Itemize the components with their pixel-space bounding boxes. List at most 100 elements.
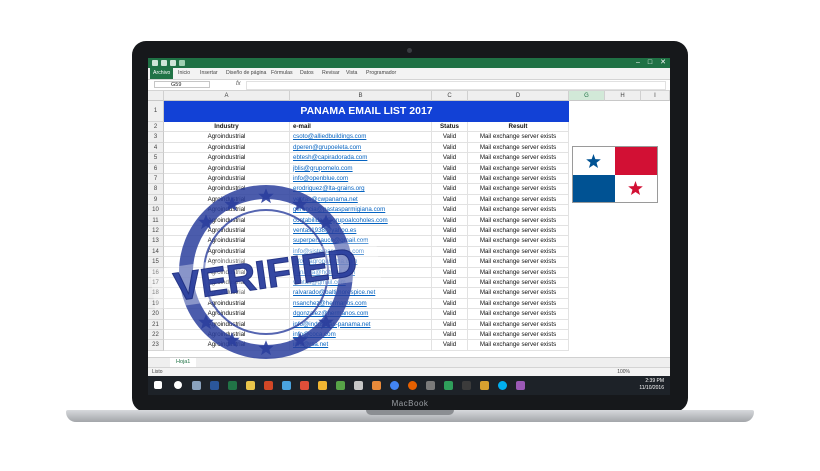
result-cell[interactable]: Mail exchange server exists [468,205,569,216]
result-cell[interactable]: Mail exchange server exists [468,142,569,154]
column-header-b[interactable]: B [290,91,432,101]
header-result[interactable]: Result [468,122,569,133]
column-header-a[interactable]: A [164,91,290,101]
column-header-g[interactable]: G [569,91,605,101]
select-all-corner[interactable] [148,91,164,101]
email-cell[interactable]: csoto@alliedbuildings.com [290,132,432,143]
tab-data[interactable]: Datos [300,68,314,79]
redo-icon[interactable] [170,60,176,66]
status-cell[interactable]: Valid [432,309,468,320]
app-icon-7[interactable] [444,381,453,390]
word-icon[interactable] [210,381,219,390]
row-header[interactable]: 4 [148,142,164,154]
status-cell[interactable]: Valid [432,194,468,206]
status-cell[interactable]: Valid [432,236,468,247]
undo-icon[interactable] [161,60,167,66]
powerpoint-icon[interactable] [264,381,273,390]
calculator-icon[interactable] [426,381,435,390]
row-header-2[interactable]: 2 [148,122,164,133]
result-cell[interactable]: Mail exchange server exists [468,153,569,164]
status-cell[interactable]: Valid [432,298,468,310]
name-box[interactable]: G59 [154,81,210,88]
firefox-icon[interactable] [408,381,417,390]
result-cell[interactable]: Mail exchange server exists [468,340,569,351]
app-icon-8[interactable] [462,381,471,390]
result-cell[interactable]: Mail exchange server exists [468,288,569,299]
header-status[interactable]: Status [432,122,468,133]
tab-insert[interactable]: Insertar [200,68,218,79]
email-cell[interactable]: jblis@grupomelo.com [290,163,432,174]
tab-file[interactable]: Archivo [150,68,174,79]
tab-home[interactable]: Inicio [178,68,190,79]
industry-cell[interactable]: Agroindustrial [164,163,290,174]
column-header-h[interactable]: H [605,91,641,101]
status-cell[interactable]: Valid [432,153,468,164]
app-icon-5[interactable] [354,381,363,390]
result-cell[interactable]: Mail exchange server exists [468,278,569,289]
status-cell[interactable]: Valid [432,142,468,154]
task-view-icon[interactable] [192,381,201,390]
status-cell[interactable]: Valid [432,226,468,237]
column-header-i[interactable]: I [641,91,670,101]
result-cell[interactable]: Mail exchange server exists [468,319,569,330]
status-cell[interactable]: Valid [432,278,468,289]
status-cell[interactable]: Valid [432,257,468,268]
app-icon-3[interactable] [318,381,327,390]
email-cell[interactable]: ebtesh@capiradorada.com [290,153,432,164]
result-cell[interactable]: Mail exchange server exists [468,174,569,185]
status-cell[interactable]: Valid [432,340,468,351]
result-cell[interactable]: Mail exchange server exists [468,298,569,310]
row-header-1[interactable]: 1 [148,101,164,122]
skype-icon[interactable] [498,381,507,390]
result-cell[interactable]: Mail exchange server exists [468,236,569,247]
row-header[interactable]: 3 [148,132,164,143]
status-cell[interactable]: Valid [432,246,468,258]
column-header-c[interactable]: C [432,91,468,101]
app-icon-2[interactable] [300,381,309,390]
industry-cell[interactable]: Agroindustrial [164,153,290,164]
explorer-icon[interactable] [246,381,255,390]
result-cell[interactable]: Mail exchange server exists [468,163,569,174]
app-icon-10[interactable] [516,381,525,390]
result-cell[interactable]: Mail exchange server exists [468,246,569,258]
result-cell[interactable]: Mail exchange server exists [468,309,569,320]
tab-review[interactable]: Revisar [322,68,340,79]
status-cell[interactable]: Valid [432,174,468,185]
result-cell[interactable]: Mail exchange server exists [468,132,569,143]
status-cell[interactable]: Valid [432,267,468,278]
maximize-icon[interactable]: □ [648,58,652,68]
row-header[interactable]: 6 [148,163,164,174]
app-icon-4[interactable] [336,381,345,390]
start-icon[interactable] [154,381,162,389]
column-header-d[interactable]: D [468,91,569,101]
customize-icon[interactable] [179,60,185,66]
chrome-icon[interactable] [390,381,399,390]
tab-developer[interactable]: Programador [366,68,396,79]
status-cell[interactable]: Valid [432,288,468,299]
row-header[interactable]: 5 [148,153,164,164]
tab-formulas[interactable]: Fórmulas [271,68,293,79]
function-icon[interactable]: fx [236,81,241,87]
close-icon[interactable]: ✕ [660,58,666,68]
result-cell[interactable]: Mail exchange server exists [468,257,569,268]
status-cell[interactable]: Valid [432,330,468,341]
result-cell[interactable]: Mail exchange server exists [468,330,569,341]
status-cell[interactable]: Valid [432,132,468,143]
status-cell[interactable]: Valid [432,205,468,216]
status-cell[interactable]: Valid [432,319,468,330]
excel-icon[interactable] [228,381,237,390]
app-icon[interactable] [282,381,291,390]
sheet-title-cell[interactable]: PANAMA EMAIL LIST 2017 [164,101,569,122]
industry-cell[interactable]: Agroindustrial [164,142,290,154]
industry-cell[interactable]: Agroindustrial [164,132,290,143]
header-industry[interactable]: Industry [164,122,290,133]
status-cell[interactable]: Valid [432,215,468,226]
tab-page-layout[interactable]: Diseño de página [226,68,266,79]
result-cell[interactable]: Mail exchange server exists [468,184,569,195]
status-cell[interactable]: Valid [432,163,468,174]
result-cell[interactable]: Mail exchange server exists [468,267,569,278]
status-cell[interactable]: Valid [432,184,468,195]
minimize-icon[interactable]: – [636,58,640,68]
save-icon[interactable] [152,60,158,66]
email-cell[interactable]: dperen@grupoeleta.com [290,142,432,154]
